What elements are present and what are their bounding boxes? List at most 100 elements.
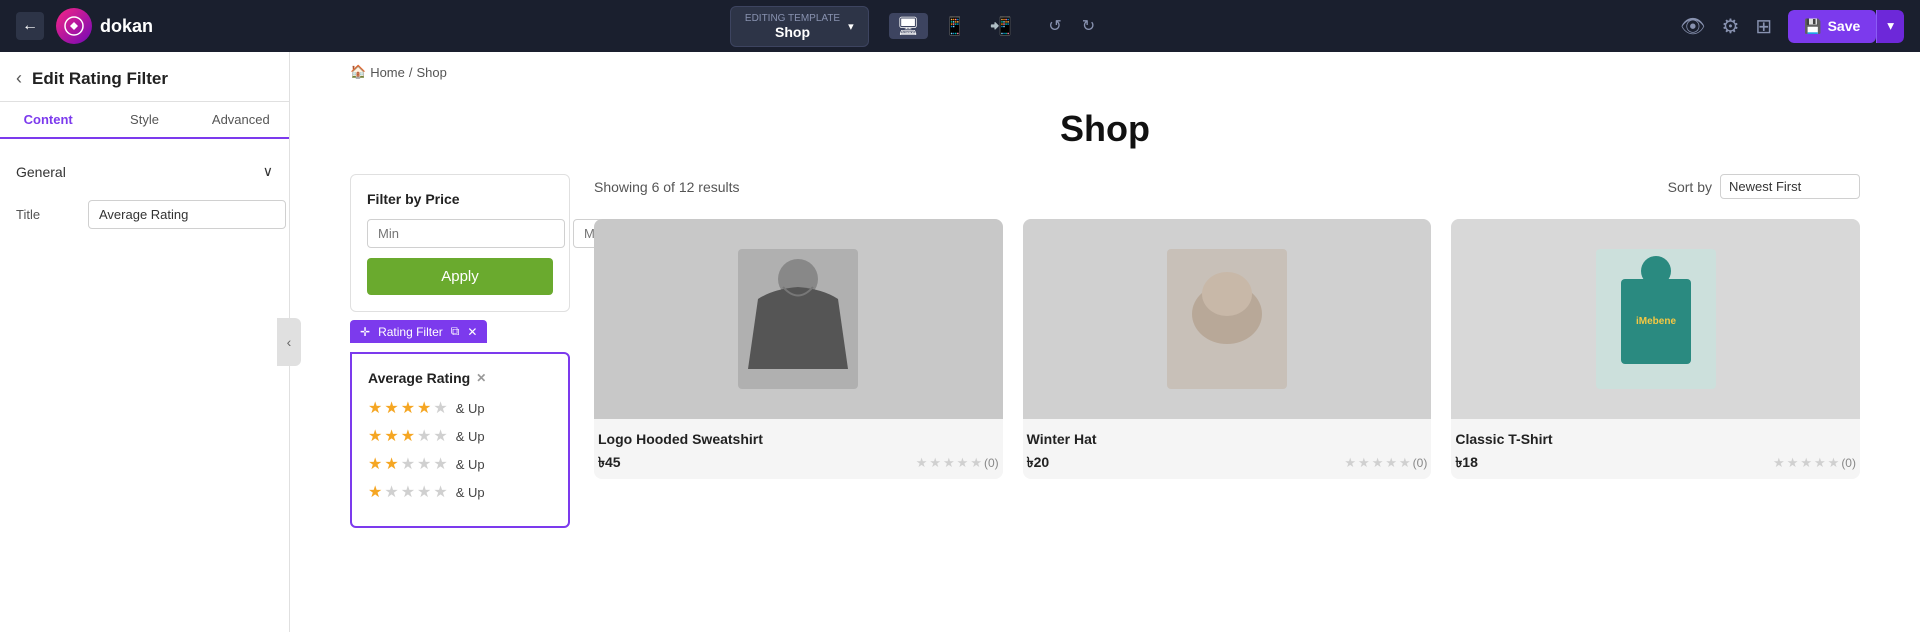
nav-center: EDITING TEMPLATE Shop ▾ 🖥 📱 📲 ↺ ↻ — [165, 6, 1668, 47]
dokan-logo-svg — [64, 16, 84, 36]
tablet-view-button[interactable]: 📱 — [936, 13, 974, 39]
product-card: Logo Hooded Sweatshirt ৳45 ★ ★ ★ ★ ★ — [594, 219, 1003, 479]
rating-row-3[interactable]: ★ ★ ★ ★ ★ & Up — [368, 426, 552, 446]
rating-filter-toolbar: ✛ Rating Filter ⧉ ✕ — [350, 320, 487, 343]
clear-filter-icon[interactable]: ✕ — [476, 371, 486, 385]
product-info: Logo Hooded Sweatshirt ৳45 ★ ★ ★ ★ ★ — [594, 419, 1003, 479]
title-input[interactable] — [88, 200, 286, 229]
rating-card-title-text: Average Rating — [368, 370, 470, 386]
star: ★ — [368, 398, 382, 418]
and-up-label: & Up — [456, 429, 485, 444]
product-name: Classic T-Shirt — [1455, 431, 1856, 447]
product-area: Showing 6 of 12 results Sort by Newest F… — [594, 174, 1860, 528]
product-price-row: ৳20 ★ ★ ★ ★ ★ (0) — [1027, 451, 1428, 475]
sidebar-tabs: Content Style Advanced — [0, 102, 289, 139]
star: ★ — [401, 482, 415, 502]
chevron-down-icon: ▾ — [848, 20, 854, 33]
product-card: Winter Hat ৳20 ★ ★ ★ ★ ★ ( — [1023, 219, 1432, 479]
rating-count: (0) — [1841, 456, 1856, 470]
breadcrumb: 🏠 Home / Shop — [290, 52, 1920, 92]
rating-card-title: Average Rating ✕ — [368, 370, 552, 386]
save-icon: 💾 — [1804, 18, 1821, 35]
star: ★ — [433, 398, 447, 418]
editing-template-name: Shop — [745, 24, 840, 40]
product-rating: ★ ★ ★ ★ ★ (0) — [916, 455, 999, 471]
sidebar: ‹ Edit Rating Filter Content Style Advan… — [0, 52, 290, 632]
sidebar-title: Edit Rating Filter — [32, 69, 168, 89]
price-filter-card: Filter by Price Apply — [350, 174, 570, 312]
product-grid: Logo Hooded Sweatshirt ৳45 ★ ★ ★ ★ ★ — [594, 219, 1860, 479]
tab-advanced[interactable]: Advanced — [193, 102, 289, 137]
star: ★ — [368, 426, 382, 446]
product-name: Logo Hooded Sweatshirt — [598, 431, 999, 447]
star: ★ — [384, 482, 398, 502]
sidebar-back-button[interactable]: ‹ — [16, 68, 22, 89]
sort-select[interactable]: Newest First Price: Low to High Price: H… — [1720, 174, 1860, 199]
stars-2: ★ ★ ★ ★ ★ — [368, 454, 448, 474]
star: ★ — [384, 454, 398, 474]
product-card: iMebene Classic T-Shirt ৳18 ★ ★ — [1451, 219, 1860, 479]
rating-count: (0) — [1413, 456, 1428, 470]
sidebar-collapse-handle[interactable]: ‹ — [277, 318, 301, 366]
star: ★ — [433, 454, 447, 474]
product-info: Winter Hat ৳20 ★ ★ ★ ★ ★ ( — [1023, 419, 1432, 479]
save-button-wrap: 💾 Save ▾ — [1788, 10, 1904, 43]
product-price-row: ৳45 ★ ★ ★ ★ ★ (0) — [598, 451, 999, 475]
product-image: iMebene — [1451, 219, 1860, 419]
undo-button[interactable]: ↺ — [1040, 12, 1069, 40]
general-label: General — [16, 164, 66, 180]
duplicate-icon[interactable]: ⧉ — [451, 324, 460, 339]
rating-row-1[interactable]: ★ ★ ★ ★ ★ & Up — [368, 482, 552, 502]
nav-back-button[interactable]: ← — [16, 12, 44, 40]
star: ★ — [433, 482, 447, 502]
settings-button[interactable]: ⚙ — [1721, 14, 1739, 39]
product-price-row: ৳18 ★ ★ ★ ★ ★ (0) — [1455, 451, 1856, 475]
editing-template-label: EDITING TEMPLATE — [745, 13, 840, 24]
layers-button[interactable]: ⊞ — [1755, 14, 1772, 39]
shop-content: Filter by Price Apply ✛ Rating Filter ⧉ — [290, 174, 1920, 568]
delete-icon[interactable]: ✕ — [467, 325, 477, 339]
breadcrumb-sep: / — [409, 65, 413, 80]
star: ★ — [384, 426, 398, 446]
save-dropdown-button[interactable]: ▾ — [1876, 10, 1904, 43]
filter-price-title: Filter by Price — [367, 191, 553, 207]
tab-style[interactable]: Style — [96, 102, 192, 137]
svg-text:iMebene: iMebene — [1636, 316, 1676, 327]
desktop-view-button[interactable]: 🖥 — [889, 13, 928, 39]
breadcrumb-shop[interactable]: Shop — [417, 65, 447, 80]
preview-button[interactable]: 👁 — [1680, 14, 1705, 39]
rating-row-4[interactable]: ★ ★ ★ ★ ★ & Up — [368, 398, 552, 418]
price-min-input[interactable] — [367, 219, 565, 248]
history-buttons: ↺ ↻ — [1040, 12, 1103, 40]
breadcrumb-home[interactable]: Home — [370, 65, 405, 80]
star: ★ — [401, 398, 415, 418]
main-layout: ‹ Edit Rating Filter Content Style Advan… — [0, 52, 1920, 632]
product-topbar: Showing 6 of 12 results Sort by Newest F… — [594, 174, 1860, 199]
product-price: ৳45 — [598, 451, 621, 475]
title-field: Title — [16, 200, 273, 229]
product-image-svg: iMebene — [1596, 249, 1716, 389]
editing-template-button[interactable]: EDITING TEMPLATE Shop ▾ — [730, 6, 869, 47]
sidebar-header: ‹ Edit Rating Filter — [0, 52, 289, 102]
mobile-view-button[interactable]: 📲 — [982, 13, 1020, 39]
rating-row-2[interactable]: ★ ★ ★ ★ ★ & Up — [368, 454, 552, 474]
redo-button[interactable]: ↻ — [1074, 12, 1103, 40]
tab-content[interactable]: Content — [0, 102, 96, 139]
star: ★ — [368, 482, 382, 502]
save-button[interactable]: 💾 Save — [1788, 10, 1876, 43]
nav-logo: dokan — [56, 8, 153, 44]
product-image-svg — [1167, 249, 1287, 389]
shop-filter-sidebar: Filter by Price Apply ✛ Rating Filter ⧉ — [350, 174, 570, 528]
rating-filter-toolbar-label: Rating Filter — [378, 325, 443, 339]
apply-button[interactable]: Apply — [367, 258, 553, 295]
general-section-header[interactable]: General ∨ — [16, 155, 273, 188]
star: ★ — [417, 398, 431, 418]
rating-filter-wrapper: ✛ Rating Filter ⧉ ✕ Average Rating ✕ — [350, 352, 570, 528]
star: ★ — [401, 426, 415, 446]
move-icon: ✛ — [360, 325, 370, 339]
breadcrumb-icon: 🏠 — [350, 64, 366, 80]
and-up-label: & Up — [456, 401, 485, 416]
rating-count: (0) — [984, 456, 999, 470]
product-image — [1023, 219, 1432, 419]
product-info: Classic T-Shirt ৳18 ★ ★ ★ ★ ★ — [1451, 419, 1860, 479]
